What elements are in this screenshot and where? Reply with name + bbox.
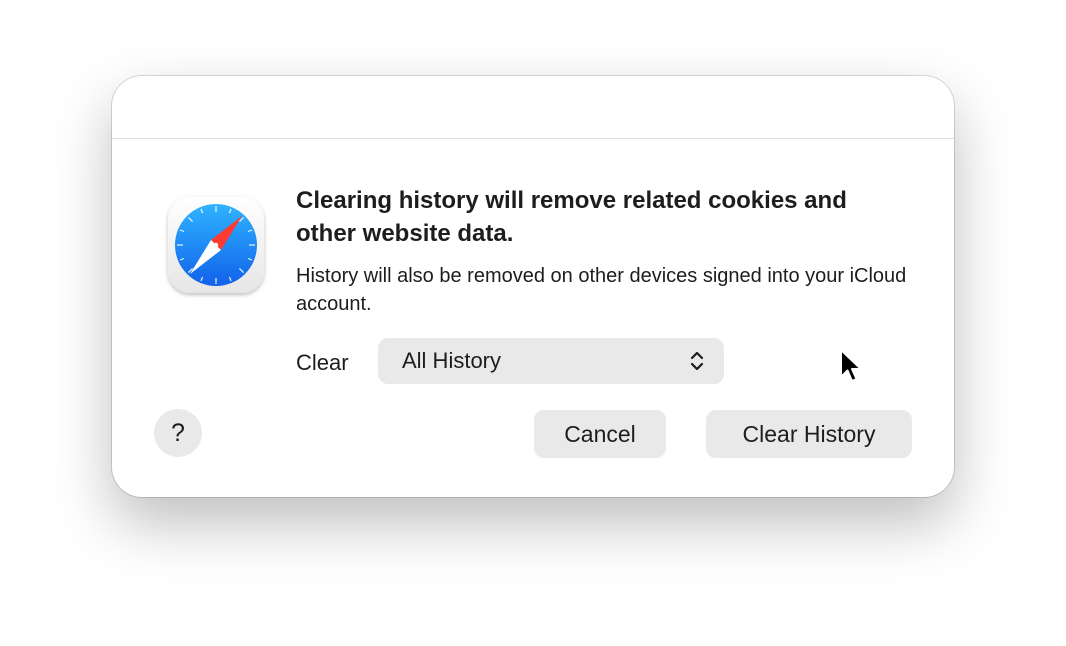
dialog-heading: Clearing history will remove related coo… — [296, 187, 847, 247]
cancel-button[interactable]: Cancel — [534, 410, 666, 458]
safari-compass-icon — [164, 194, 268, 298]
dialog-message: History will also be removed on other de… — [296, 265, 907, 315]
help-button[interactable]: ? — [154, 409, 202, 457]
dialog-titlebar — [112, 76, 954, 139]
clear-range-selected-value: All History — [402, 348, 502, 373]
clear-range-popup[interactable]: All History — [378, 338, 724, 384]
up-down-chevron-icon — [690, 351, 704, 371]
mouse-pointer-icon — [840, 349, 862, 382]
clear-history-dialog: Clearing history will remove related coo… — [112, 76, 954, 497]
clear-range-label: Clear — [296, 350, 349, 375]
clear-history-button[interactable]: Clear History — [706, 410, 912, 458]
screen: Clearing history will remove related coo… — [0, 0, 1066, 646]
